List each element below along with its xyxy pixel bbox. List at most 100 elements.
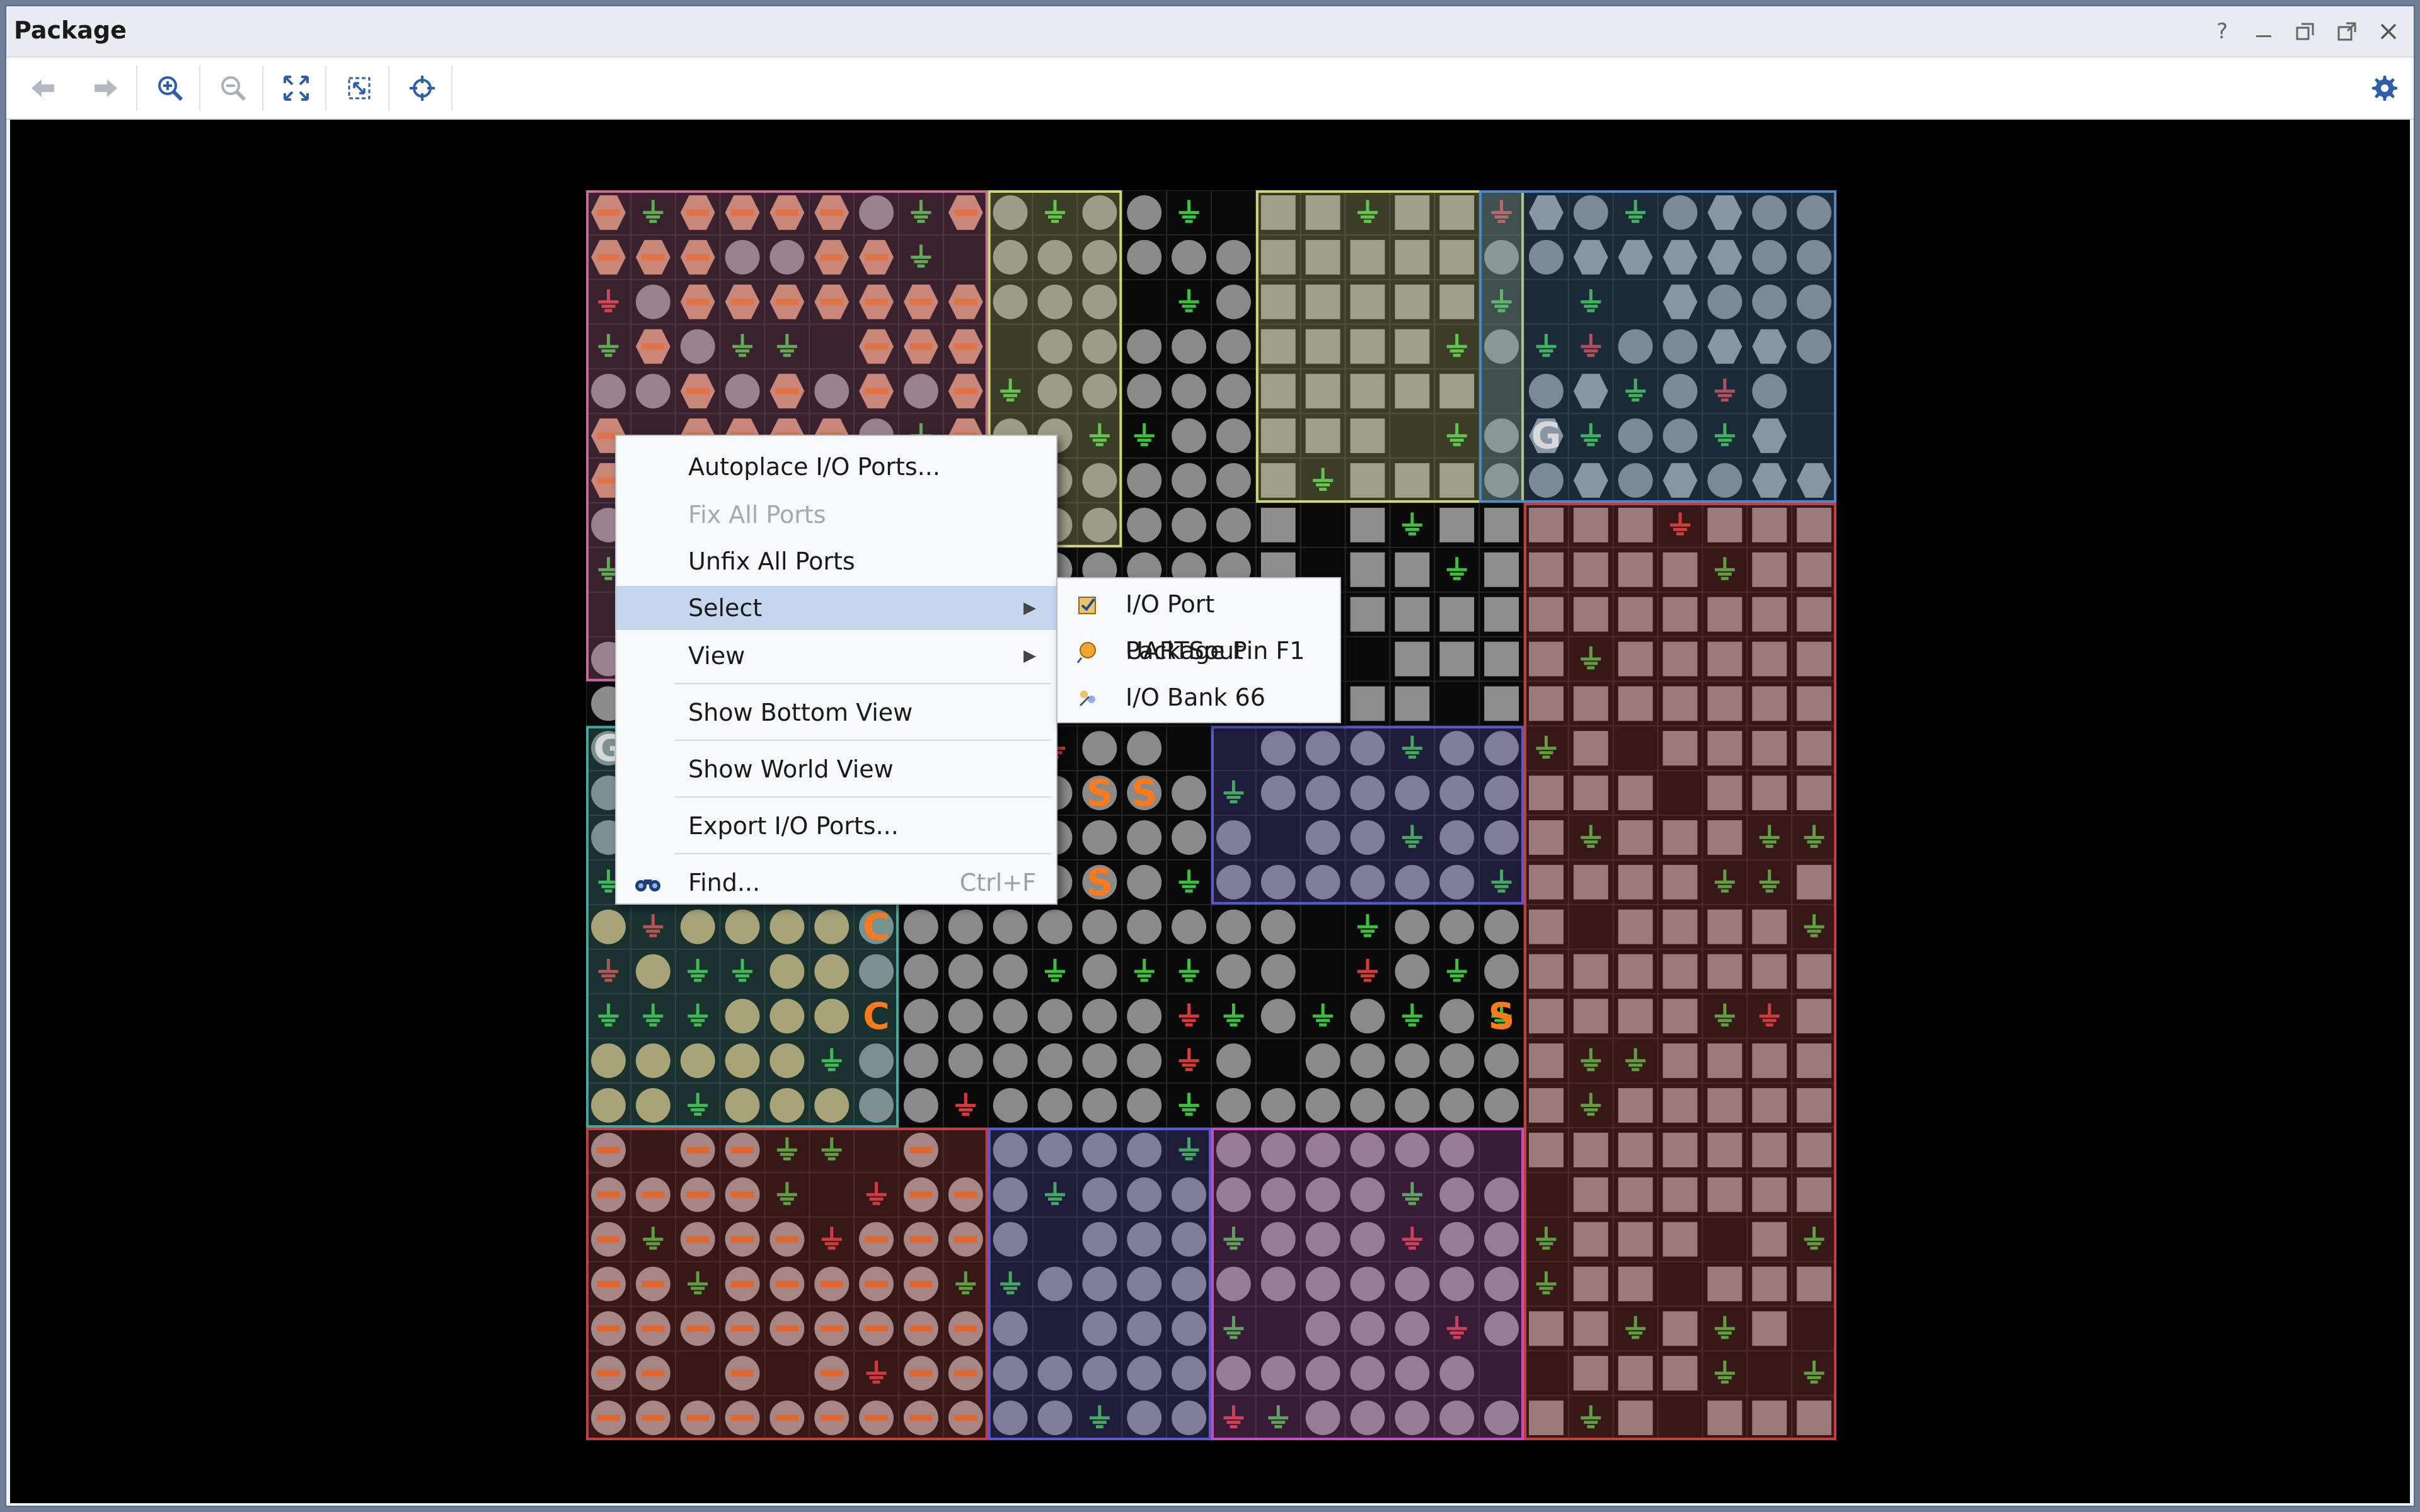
bank-label: S [1086, 772, 1113, 815]
package-pin-icon [1076, 642, 1096, 663]
submenu-item-package-pin[interactable]: Package Pin F1 [1057, 627, 1340, 674]
menu-item-find[interactable]: Find... Ctrl+F [616, 861, 1056, 905]
bank-label: S [1086, 861, 1113, 903]
help-icon[interactable]: ? [2208, 18, 2236, 45]
package-pin [1082, 999, 1117, 1034]
package-pin [1216, 418, 1251, 454]
package-pin [1216, 463, 1251, 498]
package-pin [1260, 954, 1296, 989]
package-pin [1216, 954, 1251, 989]
package-window: Package ? G G C C S S S S [5, 5, 2415, 1507]
package-pin [1216, 284, 1251, 319]
package-pin [904, 999, 938, 1034]
package-canvas[interactable]: GGCCSSSS [10, 120, 2410, 1503]
ground-pin-icon [1134, 959, 1155, 982]
package-pin [1127, 731, 1162, 766]
zoom-selection-icon[interactable] [338, 67, 381, 110]
package-pin [1484, 954, 1519, 989]
package-pin [1216, 329, 1251, 364]
package-pin [1216, 374, 1251, 409]
minimize-icon[interactable] [2250, 18, 2278, 45]
zoom-fit-icon[interactable] [275, 67, 318, 110]
menu-item-show-bottom-view[interactable]: Show Bottom View [616, 690, 1056, 735]
package-pin [1484, 909, 1519, 944]
context-menu: Autoplace I/O Ports... Fix All Ports Unf… [615, 435, 1057, 905]
zoom-out-icon[interactable] [212, 67, 255, 110]
package-pin [1395, 954, 1430, 989]
package-pin [904, 909, 938, 944]
shortcut-label: Ctrl+F [959, 869, 1036, 896]
autofit-target-icon[interactable] [401, 67, 444, 110]
package-pin [1395, 641, 1430, 677]
package-pin [1172, 776, 1206, 810]
binoculars-icon [635, 879, 660, 891]
zoom-in-icon[interactable] [149, 67, 192, 110]
ground-pin-icon [1357, 959, 1378, 982]
package-pin [948, 909, 983, 944]
package-pin [1082, 820, 1117, 855]
ground-pin-icon [1357, 914, 1378, 937]
ground-pin-icon [1178, 1003, 1199, 1027]
ground-pin-icon [1178, 1092, 1199, 1116]
menu-item-unfix-all-ports[interactable]: Unfix All Ports [616, 539, 1056, 583]
title-bar: Package ? [6, 6, 2414, 57]
package-pin [1037, 909, 1073, 944]
ground-pin-icon [1178, 959, 1199, 982]
package-pin [1082, 909, 1117, 944]
package-pin [1172, 463, 1206, 498]
submenu-item-io-bank[interactable]: I/O Bank 66 [1057, 674, 1340, 721]
package-pin [1127, 374, 1162, 409]
package-pin [1216, 909, 1251, 944]
forward-arrow-icon[interactable] [84, 67, 127, 110]
io-port-icon [1078, 597, 1096, 614]
menu-item-fix-all-ports[interactable]: Fix All Ports [616, 493, 1056, 537]
package-pin [1350, 597, 1385, 632]
package-pin [1350, 999, 1385, 1034]
maximize-icon[interactable] [2333, 18, 2361, 45]
package-pin [1216, 508, 1251, 542]
package-pin [1216, 239, 1251, 275]
package-pin [993, 1043, 1028, 1079]
package-pin [1260, 999, 1296, 1034]
gear-icon[interactable] [2363, 67, 2406, 110]
package-pin [1395, 552, 1430, 587]
ground-pin-icon [1178, 289, 1199, 312]
package-pin [1305, 1043, 1340, 1079]
back-arrow-icon[interactable] [21, 67, 64, 110]
package-pin [1439, 641, 1475, 677]
close-icon[interactable] [2375, 18, 2402, 45]
menu-item-export-io-ports[interactable]: Export I/O Ports... [616, 804, 1056, 848]
package-pin [1439, 909, 1475, 944]
package-pin [1127, 239, 1162, 275]
ground-pin-icon [1446, 959, 1467, 982]
submenu-item-io-port[interactable]: I/O Port UARTSout [1057, 581, 1340, 665]
package-pin [1350, 1043, 1385, 1079]
package-pin [1127, 463, 1162, 498]
package-pin [1082, 731, 1117, 766]
menu-separator [674, 853, 1051, 854]
package-pin [1484, 597, 1519, 632]
restore-icon[interactable] [2291, 18, 2319, 45]
package-pin [1127, 820, 1162, 855]
ground-pin-icon [955, 1092, 976, 1116]
package-pin [1484, 552, 1519, 587]
menu-item-autoplace-io-ports[interactable]: Autoplace I/O Ports... [616, 445, 1056, 489]
bank-label: G [1531, 415, 1562, 457]
menu-item-show-world-view[interactable]: Show World View [616, 747, 1056, 791]
package-pin [993, 954, 1028, 989]
package-pin [1216, 1088, 1251, 1123]
package-pin [1395, 909, 1430, 944]
package-pin [1037, 999, 1073, 1034]
ground-pin-icon [1045, 959, 1065, 982]
package-pin [1172, 418, 1206, 454]
package-pin [1439, 508, 1475, 542]
package-pin [1350, 508, 1385, 542]
menu-item-select[interactable]: Select ▶ [616, 586, 1056, 630]
package-pin [1260, 508, 1296, 542]
bank-label: C [863, 995, 890, 1038]
menu-item-view[interactable]: View ▶ [616, 634, 1056, 678]
ground-pin-icon [1402, 512, 1422, 536]
package-pin [1484, 641, 1519, 677]
package-pin [1037, 1043, 1073, 1079]
package-pin [993, 909, 1028, 944]
